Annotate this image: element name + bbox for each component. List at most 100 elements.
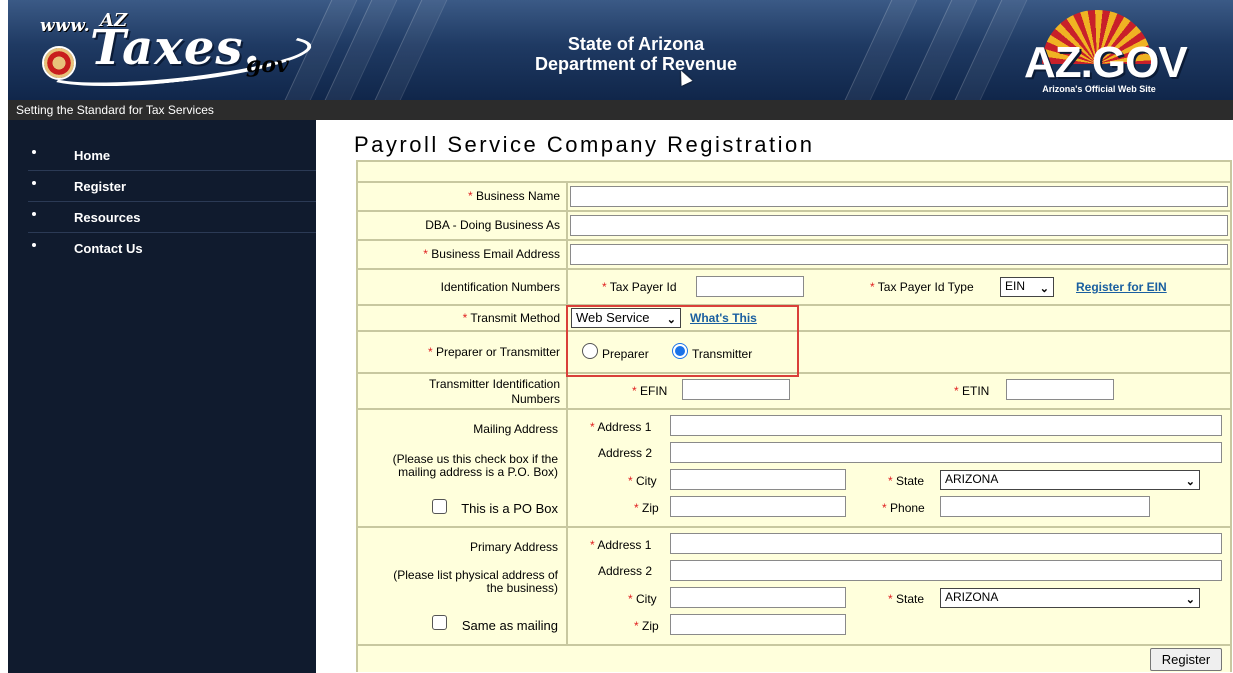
primary-address-note-line2: the business)	[486, 581, 558, 595]
sidebar-item-label[interactable]: Register	[74, 179, 126, 194]
arizona-seal-icon	[42, 46, 76, 80]
transmitter-id-value-cell: * EFIN * ETIN	[568, 374, 1230, 408]
required-marker: *	[427, 345, 433, 359]
sidebar-item-home[interactable]: Home	[28, 140, 316, 171]
required-marker: *	[423, 247, 428, 261]
mailing-zip-label-text: Zip	[642, 501, 659, 515]
aztaxes-logo[interactable]: www. AZ Taxes. gov	[28, 10, 328, 96]
primary-city-label-text: City	[636, 592, 657, 606]
transmit-method-label: * Transmit Method	[463, 311, 560, 325]
dba-input[interactable]	[570, 215, 1228, 236]
email-label-cell: * Business Email Address	[358, 241, 566, 268]
preparer-transmitter-label: * Preparer or Transmitter	[428, 345, 560, 359]
department-title: State of Arizona Department of Revenue	[476, 34, 796, 74]
chevron-down-icon: ⌄	[1039, 283, 1049, 295]
efin-label: * EFIN	[632, 384, 667, 398]
mailing-address1-label-text: Address 1	[597, 420, 652, 434]
sidebar-item-label[interactable]: Home	[74, 148, 110, 163]
mailing-address-title: Mailing Address	[473, 422, 558, 436]
tax-payer-id-type-select[interactable]: EIN ⌄	[1000, 277, 1054, 297]
required-marker: *	[954, 384, 959, 398]
mailing-address2-input[interactable]	[670, 442, 1222, 463]
logo-www-text: www.	[40, 16, 91, 36]
required-marker: *	[467, 189, 473, 203]
required-marker: *	[882, 501, 887, 515]
registration-form: * Business Name DBA - Doing Business As …	[356, 160, 1232, 672]
sidebar: Home Register Resources Contact Us	[8, 120, 316, 673]
sidebar-item-resources[interactable]: Resources	[28, 202, 316, 233]
mailing-city-label-text: City	[636, 474, 657, 488]
mailing-state-value: ARIZONA	[945, 472, 999, 486]
page-title: Payroll Service Company Registration	[354, 132, 815, 157]
primary-zip-label: * Zip	[634, 619, 659, 633]
mailing-address1-label: * Address 1	[590, 420, 651, 434]
dept-title-line2: Department of Revenue	[534, 54, 738, 74]
po-box-checkbox-label[interactable]: This is a PO Box	[461, 501, 558, 516]
mailing-zip-input[interactable]	[670, 496, 846, 517]
required-marker: *	[634, 619, 639, 633]
po-box-checkbox[interactable]	[432, 499, 447, 514]
email-input[interactable]	[570, 244, 1228, 265]
tax-payer-id-input[interactable]	[696, 276, 804, 297]
mailing-state-select[interactable]: ARIZONA ⌄	[940, 470, 1200, 490]
required-marker: *	[590, 538, 595, 552]
business-name-value-cell	[568, 183, 1230, 210]
required-marker: *	[590, 420, 595, 434]
sidebar-item-label[interactable]: Contact Us	[74, 241, 143, 256]
transmitter-id-label-line2: Numbers	[511, 392, 560, 406]
etin-label: * ETIN	[954, 384, 989, 398]
tax-payer-id-type-label: * Tax Payer Id Type	[870, 280, 974, 294]
same-as-mailing-checkbox-label[interactable]: Same as mailing	[462, 618, 558, 633]
sidebar-item-register[interactable]: Register	[28, 171, 316, 202]
primary-state-label: * State	[888, 592, 924, 606]
same-as-mailing-checkbox[interactable]	[432, 615, 447, 630]
bullet-icon	[32, 181, 36, 185]
mailing-address-note-line1: (Please us this check box if the	[392, 452, 558, 466]
mailing-state-label: * State	[888, 474, 924, 488]
primary-address-note-line1: (Please list physical address of	[393, 568, 558, 582]
sidebar-item-contact-us[interactable]: Contact Us	[28, 233, 316, 264]
dba-label: DBA - Doing Business As	[425, 218, 560, 232]
required-marker: *	[870, 280, 875, 294]
mailing-city-input[interactable]	[670, 469, 846, 490]
etin-input[interactable]	[1006, 379, 1114, 400]
transmit-method-label-text: Transmit Method	[470, 311, 560, 325]
required-marker: *	[628, 592, 633, 606]
primary-address-label-cell: Primary Address (Please list physical ad…	[358, 528, 566, 644]
primary-address1-input[interactable]	[670, 533, 1222, 554]
tax-payer-id-type-label-text: Tax Payer Id Type	[877, 280, 974, 294]
chevron-down-icon: ⌄	[1185, 476, 1195, 488]
required-marker: *	[602, 280, 607, 294]
mailing-address2-label: Address 2	[598, 446, 653, 460]
business-name-input[interactable]	[570, 186, 1228, 207]
tagline-text: Setting the Standard for Tax Services	[16, 103, 214, 117]
mailing-phone-label-text: Phone	[890, 501, 925, 515]
primary-address2-input[interactable]	[670, 560, 1222, 581]
primary-zip-input[interactable]	[670, 614, 846, 635]
tax-payer-id-label: * Tax Payer Id	[602, 280, 677, 294]
preparer-transmitter-label-text: Preparer or Transmitter	[435, 345, 560, 359]
required-marker: *	[632, 384, 637, 398]
primary-state-select[interactable]: ARIZONA ⌄	[940, 588, 1200, 608]
azgov-logo[interactable]: AZ.GOV Arizona's Official Web Site	[1024, 10, 1188, 94]
mailing-address1-input[interactable]	[670, 415, 1222, 436]
highlight-annotation-box	[566, 305, 799, 377]
bullet-icon	[32, 243, 36, 247]
register-for-ein-link[interactable]: Register for EIN	[1076, 280, 1167, 294]
mailing-phone-input[interactable]	[940, 496, 1150, 517]
required-marker: *	[634, 501, 639, 515]
primary-address1-label: * Address 1	[590, 538, 651, 552]
primary-zip-label-text: Zip	[642, 619, 659, 633]
logo-gov-text: gov	[246, 52, 289, 78]
sidebar-item-label[interactable]: Resources	[74, 210, 140, 225]
primary-city-input[interactable]	[670, 587, 846, 608]
tax-payer-id-type-value: EIN	[1005, 279, 1026, 293]
primary-address1-label-text: Address 1	[597, 538, 652, 552]
primary-state-value: ARIZONA	[945, 590, 999, 604]
required-marker: *	[462, 311, 468, 325]
transmitter-id-label-cell: Transmitter Identification Numbers	[358, 374, 566, 408]
efin-input[interactable]	[682, 379, 790, 400]
register-button[interactable]: Register	[1150, 648, 1222, 671]
primary-city-label: * City	[628, 592, 657, 606]
primary-state-label-text: State	[896, 592, 925, 606]
